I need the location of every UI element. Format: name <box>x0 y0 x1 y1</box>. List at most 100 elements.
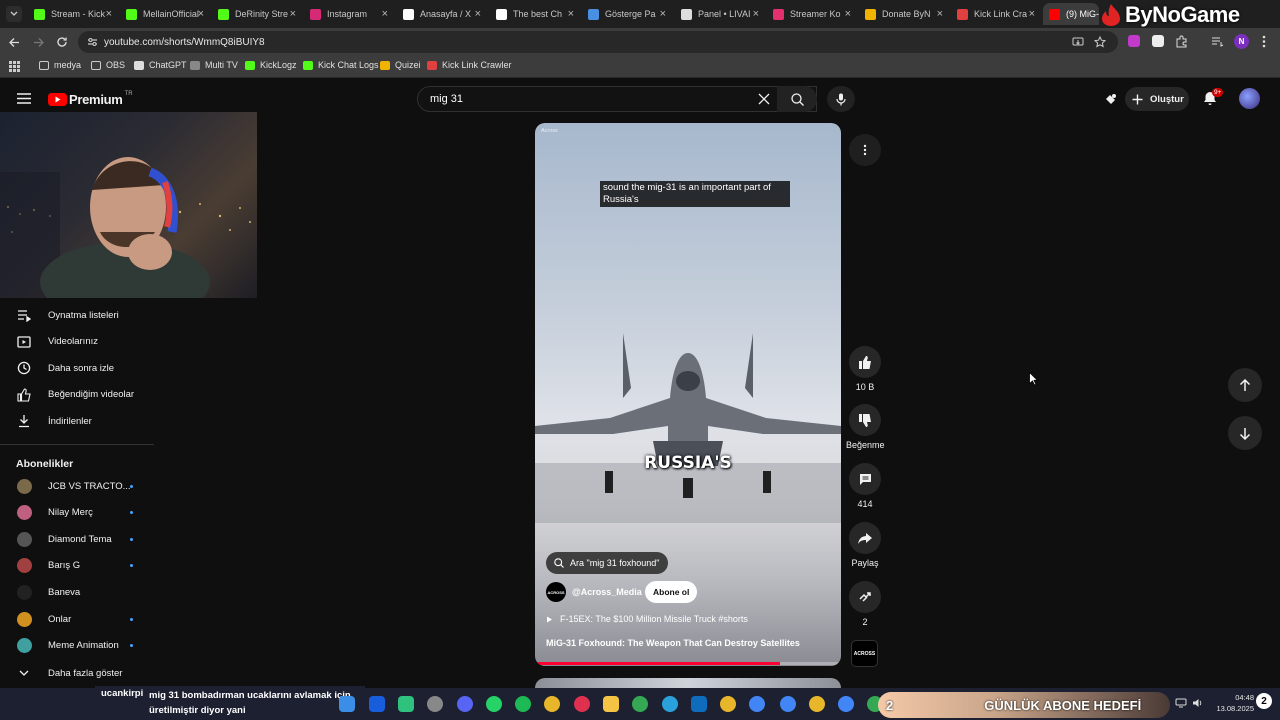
tab-close-icon[interactable]: × <box>845 8 851 20</box>
tab-close-icon[interactable]: × <box>568 8 574 20</box>
clear-search-icon[interactable] <box>758 93 770 105</box>
back-arrow-icon[interactable] <box>9 37 20 48</box>
subscription-item[interactable]: Meme Animation <box>0 633 154 659</box>
browser-tab[interactable]: Instagram × <box>304 3 394 25</box>
sidebar-item-like[interactable]: Beğendiğim videolar <box>0 382 154 408</box>
subscribe-button[interactable]: Abone ol <box>645 581 698 603</box>
video-progress-track[interactable] <box>535 662 841 665</box>
more-options-button[interactable] <box>849 134 881 166</box>
browser-tab[interactable]: Gösterge Pa × <box>582 3 672 25</box>
hamburger-menu-icon[interactable] <box>17 93 31 104</box>
profile-avatar[interactable]: N <box>1234 34 1249 49</box>
subscription-item[interactable]: Barış G <box>0 553 154 579</box>
file-explorer-icon[interactable] <box>603 696 619 712</box>
bookmark-item[interactable]: ChatGPT <box>134 60 187 70</box>
xbox-icon[interactable] <box>398 696 414 712</box>
tab-close-icon[interactable]: × <box>382 8 388 20</box>
bookmark-star-icon[interactable] <box>1094 36 1106 48</box>
remix-button[interactable]: 2 <box>846 581 884 627</box>
browser-tab[interactable]: Donate ByN × <box>859 3 949 25</box>
bookmark-item[interactable]: OBS <box>91 60 125 70</box>
tab-search-button[interactable] <box>6 6 22 22</box>
channel-avatar[interactable]: ACROSS <box>546 582 566 602</box>
tab-close-icon[interactable]: × <box>106 8 112 20</box>
previous-video-button[interactable] <box>1228 368 1262 402</box>
notifications-button[interactable]: 9+ <box>1203 88 1224 111</box>
sound-channel-thumbnail[interactable]: ACROSS <box>851 640 878 667</box>
opera-icon[interactable] <box>574 696 590 712</box>
chrome-icon[interactable] <box>632 696 648 712</box>
chrome-icon[interactable] <box>720 696 736 712</box>
address-bar[interactable]: youtube.com/shorts/WmmQ8iBUIY8 <box>78 31 1118 53</box>
next-video-button[interactable] <box>1228 416 1262 450</box>
channel-handle[interactable]: @Across_Media <box>572 587 642 597</box>
sidebar-item-clock[interactable]: Daha sonra izle <box>0 355 154 381</box>
tab-close-icon[interactable]: × <box>937 8 943 20</box>
sidebar-item-playlist[interactable]: Oynatma listeleri <box>0 302 154 328</box>
browser-tab[interactable]: DeRinity Stre × <box>212 3 302 25</box>
bookmark-item[interactable]: Multi TV <box>190 60 238 70</box>
bitwarden-icon[interactable] <box>369 696 385 712</box>
create-button[interactable]: Oluştur <box>1125 87 1189 111</box>
apps-grid-icon[interactable] <box>9 61 20 72</box>
forward-arrow-icon[interactable] <box>33 37 44 48</box>
browser-tab[interactable]: Kick Link Cra × <box>951 3 1041 25</box>
search-button[interactable] <box>777 86 817 112</box>
reload-icon[interactable] <box>56 36 68 48</box>
site-info-icon[interactable] <box>87 37 98 47</box>
steam-icon[interactable] <box>427 696 443 712</box>
tab-close-icon[interactable]: × <box>660 8 666 20</box>
sidebar-item-video[interactable]: Videolarınız <box>0 329 154 355</box>
tab-close-icon[interactable]: × <box>198 8 204 20</box>
chrome-icon[interactable] <box>838 696 854 712</box>
like-button[interactable]: 10 B <box>846 346 884 392</box>
volume-icon[interactable] <box>1192 698 1203 708</box>
tab-close-icon[interactable]: × <box>290 8 296 20</box>
bookmark-item[interactable]: medya <box>39 60 81 70</box>
telegram-icon[interactable] <box>662 696 678 712</box>
notification-center-badge[interactable]: 2 <box>1256 693 1272 709</box>
outlook-icon[interactable] <box>691 696 707 712</box>
system-clock[interactable]: 04:48 13.08.2025 <box>1210 692 1254 714</box>
youtube-logo[interactable]: Premium TR <box>48 91 133 107</box>
subscription-item[interactable]: Onlar <box>0 606 154 632</box>
search-input[interactable]: mig 31 <box>417 86 817 112</box>
discord-icon[interactable] <box>457 696 473 712</box>
account-avatar[interactable] <box>1239 88 1260 109</box>
voice-search-button[interactable] <box>827 86 855 112</box>
dislike-button[interactable]: Beğenme <box>846 404 885 450</box>
network-icon[interactable] <box>1175 698 1187 708</box>
spotify-icon[interactable] <box>515 696 531 712</box>
subscription-item[interactable]: Baneva <box>0 579 154 605</box>
whatsapp-icon[interactable] <box>486 696 502 712</box>
chrome-icon[interactable] <box>809 696 825 712</box>
bookmark-item[interactable]: KickLogz <box>245 60 297 70</box>
tab-close-icon[interactable]: × <box>1029 8 1035 20</box>
shorts-upload-icon[interactable] <box>1104 93 1117 106</box>
tab-close-icon[interactable]: × <box>753 8 759 20</box>
extension-icon[interactable] <box>1128 35 1140 47</box>
browser-menu-icon[interactable] <box>1262 35 1266 48</box>
browser-tab[interactable]: Streamer Ko × <box>767 3 857 25</box>
share-button[interactable]: Paylaş <box>846 522 884 568</box>
browser-tab[interactable]: (9) MiG- <box>1043 3 1099 25</box>
next-video-link[interactable]: F-15EX: The $100 Million Missile Truck #… <box>546 614 748 624</box>
subscription-item[interactable]: Diamond Tema <box>0 526 154 552</box>
sidebar-item-download[interactable]: İndirilenler <box>0 408 154 434</box>
extensions-puzzle-icon[interactable] <box>1175 35 1188 48</box>
browser-tab[interactable]: The best Ch × <box>490 3 580 25</box>
bookmark-item[interactable]: Quizei <box>380 60 421 70</box>
browser-tab[interactable]: Anasayfa / X × <box>397 3 487 25</box>
comments-button[interactable]: 414 <box>846 463 884 509</box>
bookmark-item[interactable]: Kick Chat Logs <box>303 60 379 70</box>
windows-start-icon[interactable] <box>339 696 355 712</box>
media-control-icon[interactable] <box>1211 36 1224 47</box>
tab-close-icon[interactable]: × <box>475 8 481 20</box>
shorts-video-player[interactable]: Across sound the mig-31 is an important … <box>535 123 841 666</box>
chrome-icon[interactable] <box>780 696 796 712</box>
browser-tab[interactable]: Panel • LIVAI × <box>675 3 765 25</box>
related-search-chip[interactable]: Ara "mig 31 foxhound" <box>546 552 669 574</box>
chrome-icon[interactable] <box>544 696 560 712</box>
browser-tab[interactable]: MellainOfficial × <box>120 3 210 25</box>
subscription-item[interactable]: JCB VS TRACTO... <box>0 473 154 499</box>
